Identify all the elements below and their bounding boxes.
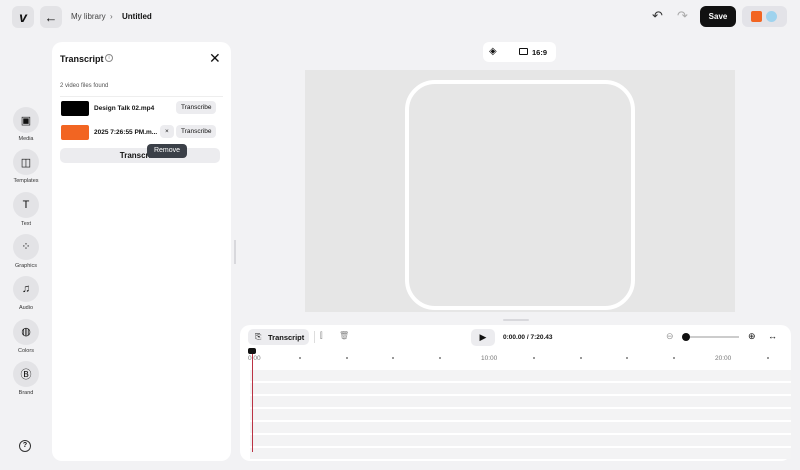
colors-icon: ◍ <box>13 318 39 345</box>
avatar <box>751 11 762 22</box>
arrow-left-icon: ← <box>44 9 58 25</box>
help-icon[interactable]: ? <box>19 440 31 452</box>
files-found: 2 video files found <box>60 83 109 89</box>
media-icon: ▣ <box>13 107 39 133</box>
time-readout: 0:00.00 / 7:20.43 <box>503 334 553 341</box>
undo-icon[interactable]: ↶ <box>652 8 663 24</box>
sidebar-item-label: Media <box>18 136 34 142</box>
sidebar-item-label: Templates <box>13 178 39 185</box>
video-thumbnail <box>61 125 89 140</box>
transcript-panel: Transcript i ✕ 2 video files found Desig… <box>52 42 231 461</box>
timeline-resize-handle[interactable] <box>503 319 529 321</box>
remove-file-button[interactable]: × <box>160 125 174 138</box>
sidebar-item-text[interactable]: T Text <box>10 191 42 227</box>
collaborators[interactable] <box>742 6 787 27</box>
sidebar-item-label: Audio <box>18 305 34 312</box>
breadcrumb-current: Untitled <box>122 12 152 21</box>
audio-icon: ♫ <box>13 276 39 303</box>
sidebar-item-label: Brand <box>18 389 34 396</box>
tick-mark <box>580 357 582 359</box>
transcript-icon: ⎘ <box>255 332 262 341</box>
back-button[interactable]: ← <box>40 6 62 28</box>
split-icon[interactable]: ⫿ <box>320 331 323 341</box>
sidebar-item-label: Text <box>20 220 32 227</box>
zoom-out-icon[interactable]: ⊖ <box>666 331 674 342</box>
sidebar-item-label: Graphics <box>14 262 37 269</box>
aspect-ratio-label[interactable]: 16:9 <box>532 48 547 57</box>
tick-mark <box>299 357 301 359</box>
text-icon: T <box>13 191 39 218</box>
fit-width-icon[interactable]: ↔ <box>768 331 777 341</box>
sidebar-item-label: Colors <box>18 347 34 354</box>
panel-resize-handle[interactable] <box>234 240 236 264</box>
redo-icon[interactable]: ↷ <box>677 8 688 24</box>
tick-mark <box>767 357 769 359</box>
transcript-label: Transcript <box>268 333 305 342</box>
avatar <box>766 11 777 22</box>
breadcrumb-root[interactable]: My library <box>71 12 106 21</box>
transcribe-file-button[interactable]: Transcribe <box>176 101 217 114</box>
sidebar-item-brand[interactable]: Ⓑ Brand <box>10 360 42 396</box>
tooltip: Remove <box>147 144 187 158</box>
tick-mark <box>439 357 441 359</box>
file-name: Design Talk 02.mp4 <box>94 105 155 112</box>
timeline-track[interactable] <box>250 370 791 381</box>
transcribe-file-button[interactable]: Transcribe <box>176 125 217 138</box>
divider <box>314 331 315 343</box>
chevron-right-icon: › <box>110 12 113 21</box>
fill-icon[interactable]: ◈ <box>489 46 497 57</box>
zoom-in-icon[interactable]: ⊕ <box>748 331 756 342</box>
tick-mark <box>626 357 628 359</box>
timeline-track[interactable] <box>250 409 791 420</box>
transcribe-all-button[interactable]: Transcribe <box>60 148 220 163</box>
graphics-icon: ⁘ <box>13 233 39 260</box>
close-icon[interactable]: ✕ <box>209 50 221 67</box>
tick-label: 10:00 <box>481 355 498 362</box>
sidebar-item-media[interactable]: ▣ Media <box>10 107 42 142</box>
aspect-ratio-icon[interactable] <box>519 48 528 55</box>
timeline-track[interactable] <box>250 383 791 394</box>
tick-mark <box>533 357 535 359</box>
tick-mark <box>673 357 675 359</box>
info-icon[interactable]: i <box>105 54 113 62</box>
sidebar-item-graphics[interactable]: ⁘ Graphics <box>10 233 42 269</box>
tick-label: 20:00 <box>715 355 732 362</box>
panel-title: Transcript <box>60 54 104 64</box>
play-button[interactable]: ▶ <box>471 329 495 346</box>
save-button[interactable]: Save <box>700 6 736 27</box>
timeline-track[interactable] <box>250 396 791 407</box>
play-icon: ▶ <box>479 332 487 342</box>
file-name: 2025 7:26:55 PM.m... <box>94 129 158 136</box>
canvas-toolbar: ◈ 16:9 <box>483 42 556 62</box>
tick-mark <box>392 357 394 359</box>
sidebar-item-colors[interactable]: ◍ Colors <box>10 318 42 354</box>
transcript-button[interactable]: ⎘ Transcript <box>248 329 309 345</box>
video-thumbnail <box>61 101 89 116</box>
divider <box>60 96 223 97</box>
video-frame[interactable] <box>405 80 635 310</box>
timeline-track[interactable] <box>250 422 791 433</box>
vimeo-logo[interactable]: v <box>12 6 34 28</box>
playhead[interactable] <box>251 354 253 452</box>
sidebar-item-templates[interactable]: ◫ Templates <box>10 149 42 184</box>
timeline-track[interactable] <box>250 448 791 459</box>
sidebar-item-audio[interactable]: ♫ Audio <box>10 276 42 311</box>
tick-mark <box>346 357 348 359</box>
brand-icon: Ⓑ <box>13 360 39 387</box>
timeline-track[interactable] <box>250 435 791 446</box>
tick-label: 0:00 <box>248 355 261 362</box>
trash-icon[interactable]: 🗑 <box>339 331 349 340</box>
templates-icon: ◫ <box>13 149 39 176</box>
zoom-slider[interactable] <box>684 336 739 338</box>
zoom-slider-thumb[interactable] <box>682 333 690 341</box>
